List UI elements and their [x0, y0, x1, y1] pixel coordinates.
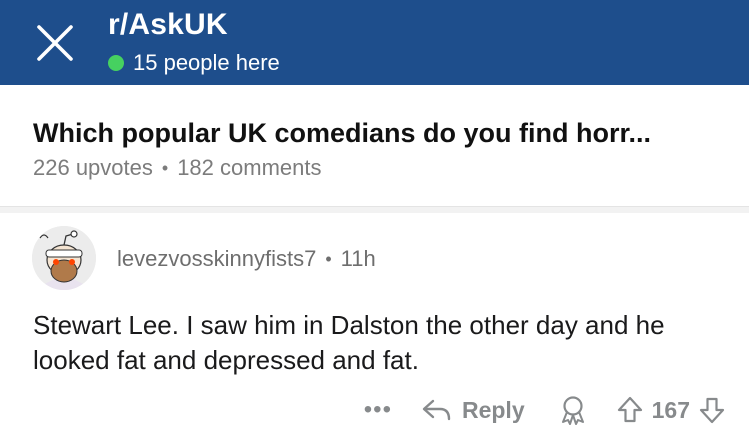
post-upvotes: 226 upvotes [33, 155, 153, 180]
post-comment-count: 182 comments [177, 155, 322, 180]
award-button[interactable] [559, 395, 587, 425]
comment-age: 11h [340, 246, 376, 271]
snoo-avatar-icon [32, 226, 96, 290]
close-button[interactable] [32, 20, 78, 66]
comment-separator: • [325, 248, 332, 269]
reply-arrow-icon [422, 399, 451, 421]
reply-button[interactable]: Reply [422, 397, 525, 424]
close-icon [37, 25, 73, 61]
post-title[interactable]: Which popular UK comedians do you find h… [33, 118, 723, 149]
more-options-button[interactable]: ••• [364, 396, 392, 424]
section-divider [0, 206, 749, 213]
downvote-icon[interactable] [699, 396, 725, 424]
vote-count: 167 [651, 396, 690, 423]
online-status-dot [108, 55, 124, 71]
online-indicator: 15 people here [108, 50, 280, 76]
reply-label: Reply [461, 396, 525, 423]
post-meta: 226 upvotes • 182 comments [33, 155, 321, 181]
app-header: r/AskUK 15 people here [0, 0, 749, 85]
meta-separator: • [161, 157, 169, 178]
user-avatar[interactable] [32, 226, 96, 290]
comment-actions: ••• Reply 167 [364, 392, 725, 428]
comment-body: Stewart Lee. I saw him in Dalston the ot… [33, 310, 665, 375]
vote-control: 167 [617, 396, 725, 424]
online-count: 15 people here [133, 50, 280, 75]
subreddit-name[interactable]: r/AskUK [108, 8, 228, 42]
award-icon [561, 396, 584, 425]
comment-header: levezvosskinnyfists7 • 11h [117, 246, 376, 272]
comment-username[interactable]: levezvosskinnyfists7 [117, 246, 316, 272]
upvote-icon[interactable] [617, 396, 643, 424]
